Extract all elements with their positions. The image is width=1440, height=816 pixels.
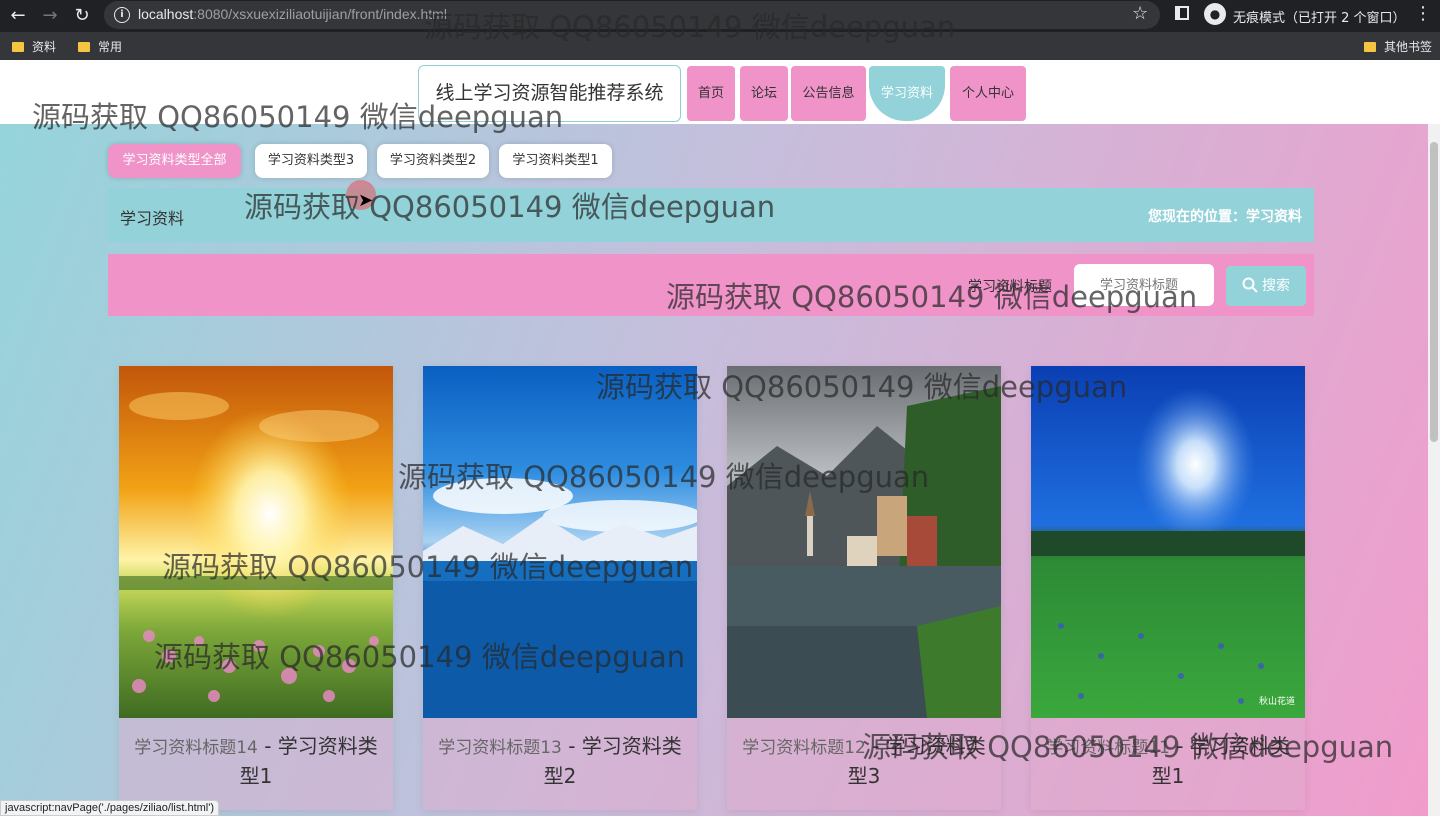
material-card[interactable]: 秋山花道 学习资料标题11 - 学习资料类型1 xyxy=(1031,366,1305,810)
browser-menu-icon[interactable]: ⋮ xyxy=(1414,3,1432,24)
breadcrumb: 学习资料 您现在的位置：学习资料 xyxy=(108,188,1314,242)
folder-icon xyxy=(78,42,90,52)
side-panel-icon[interactable] xyxy=(1175,6,1189,20)
folder-icon xyxy=(1364,42,1376,52)
browser-toolbar: ← → ↻ i localhost:8080/xsxuexiziliaotuij… xyxy=(0,0,1440,32)
bookmark-star-icon[interactable]: ☆ xyxy=(1132,3,1148,24)
category-tab-all[interactable]: 学习资料类型全部 xyxy=(108,144,241,178)
main-content: 学习资料类型全部 学习资料类型3 学习资料类型2 学习资料类型1 学习资料 您现… xyxy=(0,124,1428,816)
site-header: 线上学习资源智能推荐系统 首页 论坛 公告信息 学习资料 个人中心 xyxy=(0,60,1440,124)
url-text: localhost:8080/xsxuexiziliaotuijian/fron… xyxy=(138,6,447,22)
page-title: 学习资料 xyxy=(120,209,185,228)
category-tab-type1[interactable]: 学习资料类型1 xyxy=(499,144,612,178)
cursor-icon: ➤ xyxy=(358,190,374,211)
status-bar-link: javascript:navPage('./pages/ziliao/list.… xyxy=(0,800,220,816)
incognito-label[interactable]: 无痕模式（已打开 2 个窗口） xyxy=(1233,7,1406,26)
search-label: 学习资料标题 xyxy=(968,279,1052,295)
incognito-icon[interactable]: ● xyxy=(1204,3,1226,25)
breadcrumb-location: 您现在的位置：学习资料 xyxy=(1148,209,1302,225)
address-bar[interactable]: i localhost:8080/xsxuexiziliaotuijian/fr… xyxy=(104,1,1160,29)
info-icon[interactable]: i xyxy=(114,7,130,23)
category-tab-type3[interactable]: 学习资料类型3 xyxy=(255,144,367,178)
forward-icon[interactable]: → xyxy=(38,4,62,28)
bookmark-folder[interactable]: 常用 xyxy=(78,38,122,55)
nav-forum[interactable]: 论坛 xyxy=(740,66,788,121)
image-caption: 秋山花道 xyxy=(1258,697,1295,707)
page-scrollbar[interactable] xyxy=(1428,124,1440,816)
category-tab-type2[interactable]: 学习资料类型2 xyxy=(377,144,489,178)
material-title[interactable]: 学习资料标题12 - 学习资料类型3 xyxy=(735,732,993,790)
material-title[interactable]: 学习资料标题14 - 学习资料类型1 xyxy=(127,732,385,790)
material-card[interactable]: 学习资料标题12 - 学习资料类型3 xyxy=(727,366,1001,810)
back-icon[interactable]: ← xyxy=(6,4,30,28)
nav-home[interactable]: 首页 xyxy=(687,66,735,121)
search-bar: 学习资料标题 搜索 xyxy=(108,254,1314,316)
search-button[interactable]: 搜索 xyxy=(1226,266,1306,306)
nav-announcements[interactable]: 公告信息 xyxy=(791,66,866,121)
material-title[interactable]: 学习资料标题13 - 学习资料类型2 xyxy=(431,732,689,790)
material-image[interactable] xyxy=(1031,366,1305,718)
folder-icon xyxy=(12,42,24,52)
material-image[interactable] xyxy=(119,366,393,718)
search-icon xyxy=(1242,277,1258,293)
other-bookmarks[interactable]: 其他书签 xyxy=(1364,38,1432,55)
bookmark-folder[interactable]: 资料 xyxy=(12,38,56,55)
nav-personal-center[interactable]: 个人中心 xyxy=(950,66,1026,121)
material-card[interactable]: 学习资料标题14 - 学习资料类型1 xyxy=(119,366,393,810)
site-title: 线上学习资源智能推荐系统 xyxy=(418,65,681,122)
material-title[interactable]: 学习资料标题11 - 学习资料类型1 xyxy=(1039,732,1297,790)
nav-study-materials[interactable]: 学习资料 xyxy=(869,66,945,121)
material-card[interactable]: 学习资料标题13 - 学习资料类型2 xyxy=(423,366,697,810)
bookmarks-bar: 资料 常用 其他书签 xyxy=(0,32,1440,60)
material-image[interactable] xyxy=(423,366,697,718)
material-image[interactable] xyxy=(727,366,1001,718)
search-input[interactable] xyxy=(1074,264,1214,306)
scrollbar-thumb[interactable] xyxy=(1430,142,1438,442)
reload-icon[interactable]: ↻ xyxy=(70,4,94,28)
